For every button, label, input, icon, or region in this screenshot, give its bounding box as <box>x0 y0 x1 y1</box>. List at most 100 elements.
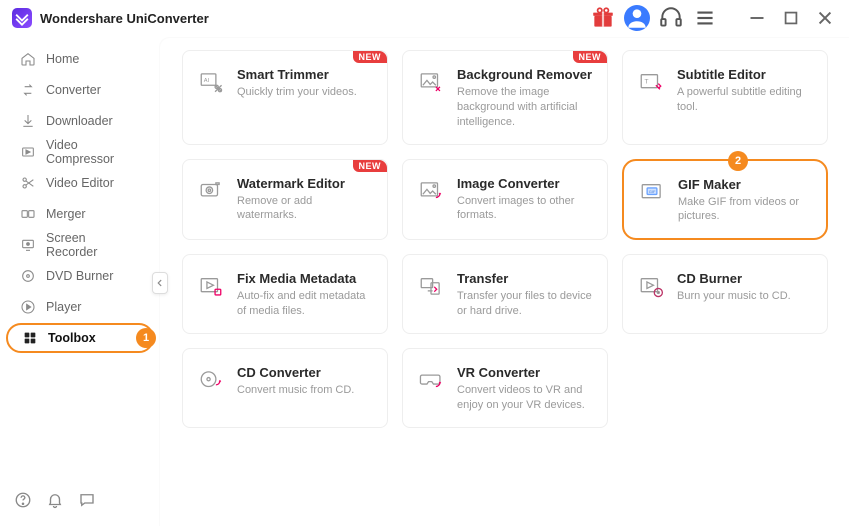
tool-card-transfer[interactable]: Transfer Transfer your files to device o… <box>402 254 608 334</box>
new-badge: NEW <box>573 51 608 63</box>
vr-converter-icon <box>417 365 445 393</box>
fix-metadata-icon <box>197 271 225 299</box>
sidebar: Home Converter Downloader Video Compress… <box>0 36 160 527</box>
bell-icon[interactable] <box>46 491 64 509</box>
sidebar-item-home[interactable]: Home <box>6 44 154 74</box>
tool-card-vr-converter[interactable]: VR Converter Convert videos to VR and en… <box>402 348 608 428</box>
tool-card-gif-maker[interactable]: 2 GIF GIF Maker Make GIF from videos or … <box>622 159 828 241</box>
tool-desc: Transfer your files to device or hard dr… <box>457 289 593 319</box>
background-remover-icon <box>417 67 445 95</box>
tool-desc: Remove or add watermarks. <box>237 194 373 224</box>
tool-title: CD Burner <box>677 271 791 286</box>
main-area: Home Converter Downloader Video Compress… <box>0 36 850 527</box>
menu-icon[interactable] <box>692 5 718 31</box>
tool-card-cd-burner[interactable]: CD Burner Burn your music to CD. <box>622 254 828 334</box>
smart-trimmer-icon: AI <box>197 67 225 95</box>
svg-text:GIF: GIF <box>649 188 656 193</box>
sidebar-item-label: Home <box>46 52 79 66</box>
callout-badge-2: 2 <box>728 151 748 171</box>
new-badge: NEW <box>353 160 388 172</box>
tool-desc: Quickly trim your videos. <box>237 85 357 100</box>
watermark-editor-icon <box>197 176 225 204</box>
sidebar-item-label: Converter <box>46 83 101 97</box>
user-account-icon[interactable] <box>624 5 650 31</box>
sidebar-item-converter[interactable]: Converter <box>6 75 154 105</box>
tool-card-cd-converter[interactable]: CD Converter Convert music from CD. <box>182 348 388 428</box>
feedback-icon[interactable] <box>78 491 96 509</box>
tool-title: Subtitle Editor <box>677 67 813 82</box>
screen-recorder-icon <box>20 237 36 253</box>
sidebar-item-label: Toolbox <box>48 331 96 345</box>
sidebar-item-label: Video Editor <box>46 176 114 190</box>
editor-scissors-icon <box>20 175 36 191</box>
content-area: NEW AI Smart Trimmer Quickly trim your v… <box>160 38 850 527</box>
gif-maker-icon: GIF <box>638 177 666 205</box>
new-badge: NEW <box>353 51 388 63</box>
tool-title: Watermark Editor <box>237 176 373 191</box>
subtitle-editor-icon: T <box>637 67 665 95</box>
app-logo <box>12 8 32 28</box>
help-icon[interactable] <box>14 491 32 509</box>
tool-title: Fix Media Metadata <box>237 271 373 286</box>
merger-icon <box>20 206 36 222</box>
tool-card-fix-media-metadata[interactable]: Fix Media Metadata Auto-fix and edit met… <box>182 254 388 334</box>
sidebar-item-label: Screen Recorder <box>46 231 140 259</box>
tool-desc: Convert videos to VR and enjoy on your V… <box>457 383 593 413</box>
sidebar-bottom <box>0 481 160 519</box>
tool-title: Transfer <box>457 271 593 286</box>
tool-desc: Auto-fix and edit metadata of media file… <box>237 289 373 319</box>
headset-support-icon[interactable] <box>658 5 684 31</box>
window-maximize-button[interactable] <box>778 5 804 31</box>
player-icon <box>20 299 36 315</box>
tool-card-subtitle-editor[interactable]: T Subtitle Editor A powerful subtitle ed… <box>622 50 828 145</box>
sidebar-item-label: Video Compressor <box>46 138 140 166</box>
sidebar-item-video-editor[interactable]: Video Editor <box>6 168 154 198</box>
cd-converter-icon <box>197 365 225 393</box>
tool-desc: Convert music from CD. <box>237 383 354 398</box>
tool-card-background-remover[interactable]: NEW Background Remover Remove the image … <box>402 50 608 145</box>
sidebar-item-video-compressor[interactable]: Video Compressor <box>6 137 154 167</box>
tool-card-image-converter[interactable]: Image Converter Convert images to other … <box>402 159 608 241</box>
sidebar-item-label: DVD Burner <box>46 269 113 283</box>
svg-text:T: T <box>645 79 649 86</box>
compressor-icon <box>20 144 36 160</box>
tool-title: Background Remover <box>457 67 593 82</box>
sidebar-item-dvd-burner[interactable]: DVD Burner <box>6 261 154 291</box>
home-icon <box>20 51 36 67</box>
toolbox-icon <box>22 330 38 346</box>
cd-burner-icon <box>637 271 665 299</box>
tool-card-smart-trimmer[interactable]: NEW AI Smart Trimmer Quickly trim your v… <box>182 50 388 145</box>
dvd-icon <box>20 268 36 284</box>
gift-icon[interactable] <box>590 5 616 31</box>
sidebar-item-player[interactable]: Player <box>6 292 154 322</box>
tool-desc: Make GIF from videos or pictures. <box>678 195 812 225</box>
svg-text:AI: AI <box>204 78 210 84</box>
tool-title: VR Converter <box>457 365 593 380</box>
window-close-button[interactable] <box>812 5 838 31</box>
callout-badge-1: 1 <box>136 328 156 348</box>
sidebar-collapse-handle[interactable] <box>152 272 168 294</box>
sidebar-item-downloader[interactable]: Downloader <box>6 106 154 136</box>
sidebar-item-merger[interactable]: Merger <box>6 199 154 229</box>
tool-desc: Burn your music to CD. <box>677 289 791 304</box>
sidebar-item-toolbox[interactable]: Toolbox 1 <box>6 323 154 353</box>
sidebar-item-label: Merger <box>46 207 86 221</box>
tool-card-watermark-editor[interactable]: NEW Watermark Editor Remove or add water… <box>182 159 388 241</box>
transfer-icon <box>417 271 445 299</box>
tool-desc: A powerful subtitle editing tool. <box>677 85 813 115</box>
converter-icon <box>20 82 36 98</box>
titlebar: Wondershare UniConverter <box>0 0 850 36</box>
tools-grid: NEW AI Smart Trimmer Quickly trim your v… <box>182 50 828 428</box>
window-minimize-button[interactable] <box>744 5 770 31</box>
downloader-icon <box>20 113 36 129</box>
sidebar-item-label: Downloader <box>46 114 113 128</box>
tool-title: Smart Trimmer <box>237 67 357 82</box>
sidebar-item-label: Player <box>46 300 81 314</box>
tool-title: CD Converter <box>237 365 354 380</box>
tool-title: Image Converter <box>457 176 593 191</box>
sidebar-item-screen-recorder[interactable]: Screen Recorder <box>6 230 154 260</box>
tool-desc: Remove the image background with artific… <box>457 85 593 130</box>
tool-desc: Convert images to other formats. <box>457 194 593 224</box>
app-title: Wondershare UniConverter <box>40 11 209 26</box>
tool-title: GIF Maker <box>678 177 812 192</box>
